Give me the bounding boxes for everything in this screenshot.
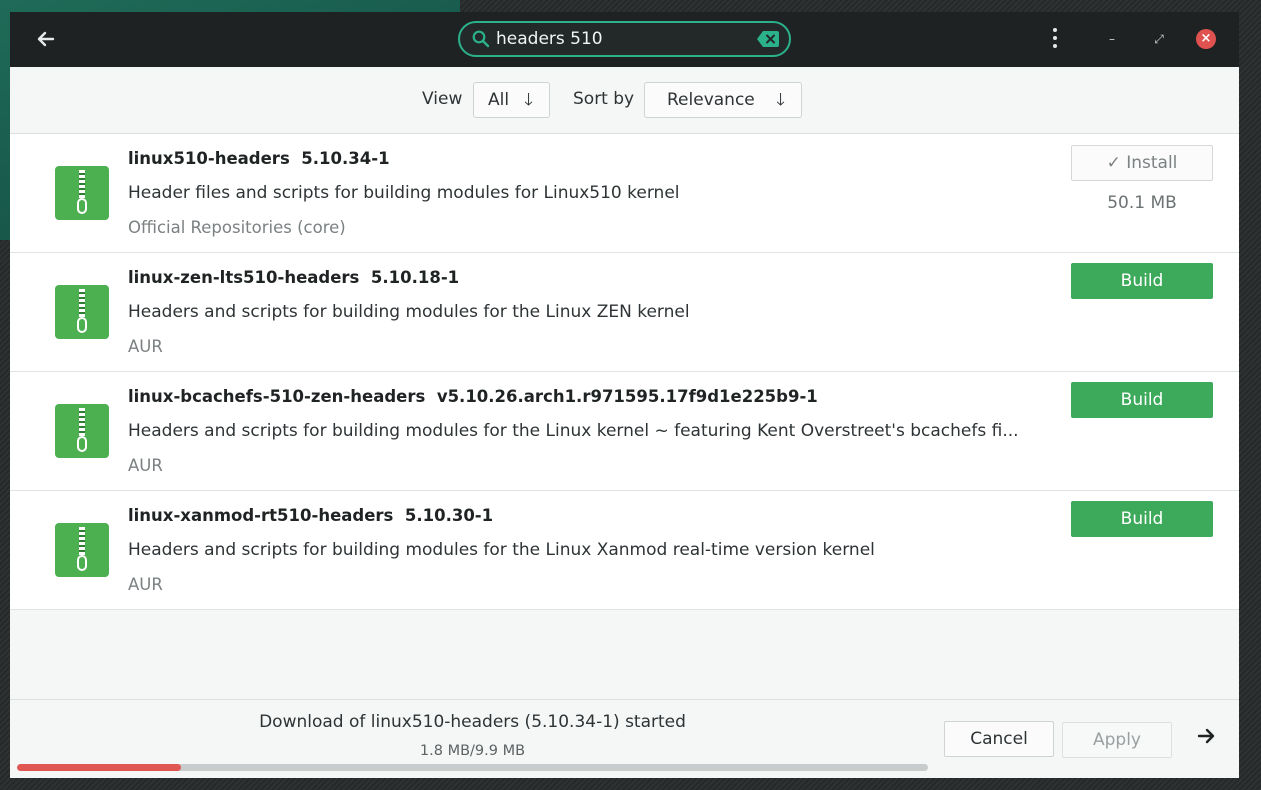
search-box[interactable] (458, 21, 791, 57)
apply-button[interactable]: Apply (1062, 722, 1172, 758)
sort-dropdown[interactable]: Relevance 🡓 (644, 82, 802, 118)
maximize-button[interactable]: ⤢ (1148, 28, 1170, 50)
arrow-down-icon: 🡓 (524, 90, 533, 110)
download-progress-text: 1.8 MB/9.9 MB (419, 743, 526, 759)
search-icon (472, 30, 490, 48)
search-input[interactable] (496, 26, 746, 52)
build-button[interactable]: Build (1071, 263, 1213, 299)
package-repository: Official Repositories (core) (128, 218, 346, 237)
package-description: Headers and scripts for building modules… (128, 540, 875, 560)
install-button[interactable]: ✓ Install (1071, 145, 1213, 181)
download-status: Download of linux510-headers (5.10.34-1)… (259, 712, 686, 732)
package-name: linux-xanmod-rt510-headers 5.10.30-1 (128, 506, 494, 525)
pamac-window: – ⤢ × View All 🡓 Sort by Relevance 🡓 lin… (10, 12, 1239, 778)
package-zip-icon (55, 285, 109, 339)
package-list: linux510-headers 5.10.34-1 Header files … (10, 134, 1239, 610)
package-repository: AUR (128, 456, 163, 475)
arrow-right-icon (1197, 728, 1215, 744)
package-description: Header files and scripts for building mo… (128, 183, 680, 203)
arrow-left-icon (37, 31, 55, 47)
package-description: Headers and scripts for building modules… (128, 421, 1019, 441)
package-description: Headers and scripts for building modules… (128, 302, 690, 322)
details-button[interactable] (1196, 726, 1216, 752)
package-version: 5.10.34-1 (301, 149, 390, 168)
package-version: 5.10.30-1 (404, 506, 494, 525)
package-name: linux-bcachefs-510-zen-headers v5.10.26.… (128, 387, 818, 406)
package-zip-icon (55, 523, 109, 577)
package-row[interactable]: linux-xanmod-rt510-headers 5.10.30-1 Hea… (10, 491, 1239, 610)
menu-icon[interactable] (1048, 26, 1062, 54)
package-repository: AUR (128, 575, 163, 594)
sort-value: Relevance (667, 90, 755, 110)
transaction-bar: Download of linux510-headers (5.10.34-1)… (10, 699, 1239, 778)
package-row[interactable]: linux-bcachefs-510-zen-headers v5.10.26.… (10, 372, 1239, 491)
filter-toolbar: View All 🡓 Sort by Relevance 🡓 (10, 67, 1239, 134)
header-bar: – ⤢ × (10, 12, 1239, 67)
check-icon: ✓ (1106, 153, 1121, 173)
progress-fill (17, 764, 181, 771)
build-button[interactable]: Build (1071, 501, 1213, 537)
view-value: All (488, 90, 510, 110)
package-size: 50.1 MB (1107, 193, 1177, 213)
clear-search-icon[interactable] (757, 31, 779, 47)
close-button[interactable]: × (1196, 29, 1216, 49)
package-version: v5.10.26.arch1.r971595.17f9d1e225b9-1 (436, 387, 818, 406)
package-zip-icon (55, 166, 109, 220)
arrow-down-icon: 🡓 (776, 90, 785, 110)
package-row[interactable]: linux-zen-lts510-headers 5.10.18-1 Heade… (10, 253, 1239, 372)
package-name: linux-zen-lts510-headers 5.10.18-1 (128, 268, 460, 287)
build-button[interactable]: Build (1071, 382, 1213, 418)
sort-label: Sort by (573, 89, 635, 109)
back-button[interactable] (32, 24, 60, 54)
view-label: View (422, 89, 463, 109)
download-progress-bar (17, 764, 928, 771)
minimize-button[interactable]: – (1101, 28, 1123, 50)
package-repository: AUR (128, 337, 163, 356)
package-name: linux510-headers 5.10.34-1 (128, 149, 390, 168)
cancel-button[interactable]: Cancel (944, 721, 1054, 757)
package-zip-icon (55, 404, 109, 458)
package-row[interactable]: linux510-headers 5.10.34-1 Header files … (10, 134, 1239, 253)
view-dropdown[interactable]: All 🡓 (473, 82, 550, 118)
package-version: 5.10.18-1 (370, 268, 460, 287)
